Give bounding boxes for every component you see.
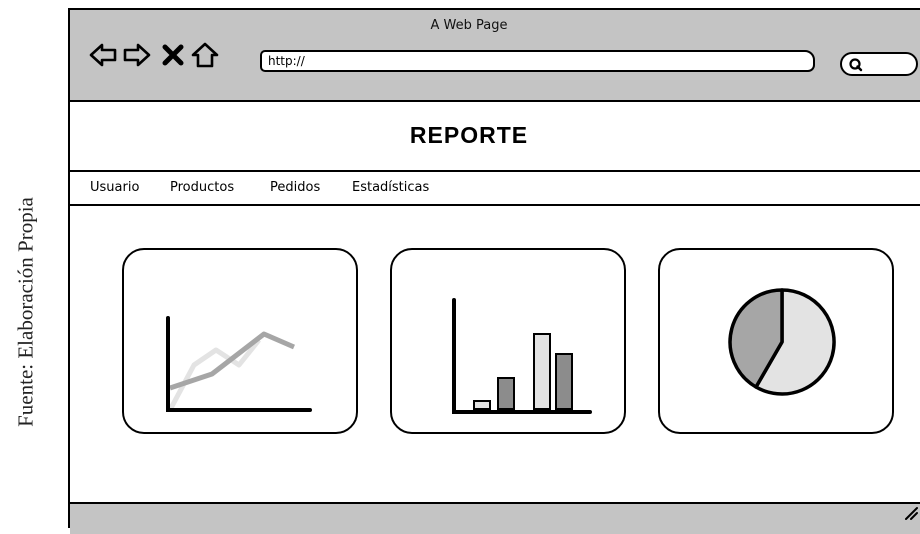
bar-chart-card[interactable] [390,248,626,434]
search-field[interactable] [840,52,918,76]
pie-chart-card[interactable] [658,248,894,434]
stop-icon[interactable] [158,40,188,70]
browser-toolbar: A Web Page [70,10,920,102]
search-icon [849,58,863,72]
back-arrow-icon[interactable] [88,40,118,70]
menu-item-pedidos[interactable]: Pedidos [270,180,320,195]
page-title: REPORTE [409,122,529,148]
browser-window: A Web Page http:// REPORTE Usuario Produ… [68,8,920,534]
forward-arrow-icon[interactable] [122,40,152,70]
home-icon[interactable] [190,40,220,70]
menu-item-usuario[interactable]: Usuario [90,180,139,195]
caption-text: Fuente: Elaboración Propia [13,197,38,427]
navigation-menu: Usuario Productos Pedidos Estadísticas [70,172,920,206]
line-chart-card[interactable] [122,248,358,434]
pie-chart-icon [728,288,836,396]
bar-chart-icon [452,298,592,414]
page-header: REPORTE [70,102,920,172]
menu-item-productos[interactable]: Productos [170,180,234,195]
menu-item-estadisticas[interactable]: Estadísticas [352,180,429,195]
line-chart-icon [166,316,312,412]
figure-caption: Fuente: Elaboración Propia [0,0,52,518]
window-title: A Web Page [430,18,508,33]
url-input[interactable] [260,50,815,72]
status-bar [70,502,920,534]
